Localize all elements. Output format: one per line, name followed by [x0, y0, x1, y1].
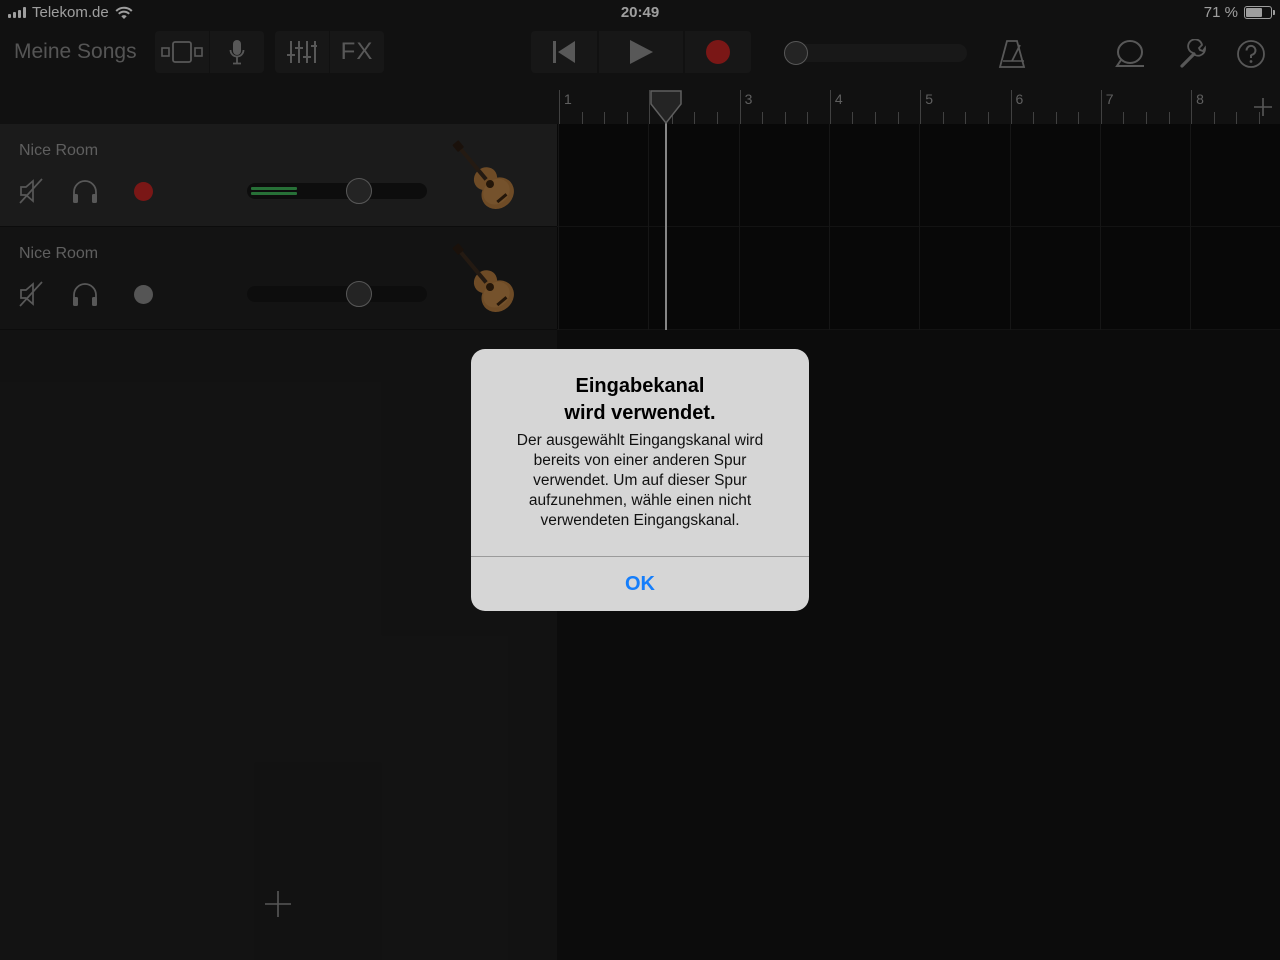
alert-dialog: Eingabekanal wird verwendet. Der ausgewä… [471, 349, 809, 611]
alert-message: Der ausgewählt Eingangskanal wird bereit… [516, 432, 764, 529]
alert-title: Eingabekanal wird verwendet. [564, 375, 716, 424]
alert-ok-button[interactable]: OK [471, 557, 809, 611]
